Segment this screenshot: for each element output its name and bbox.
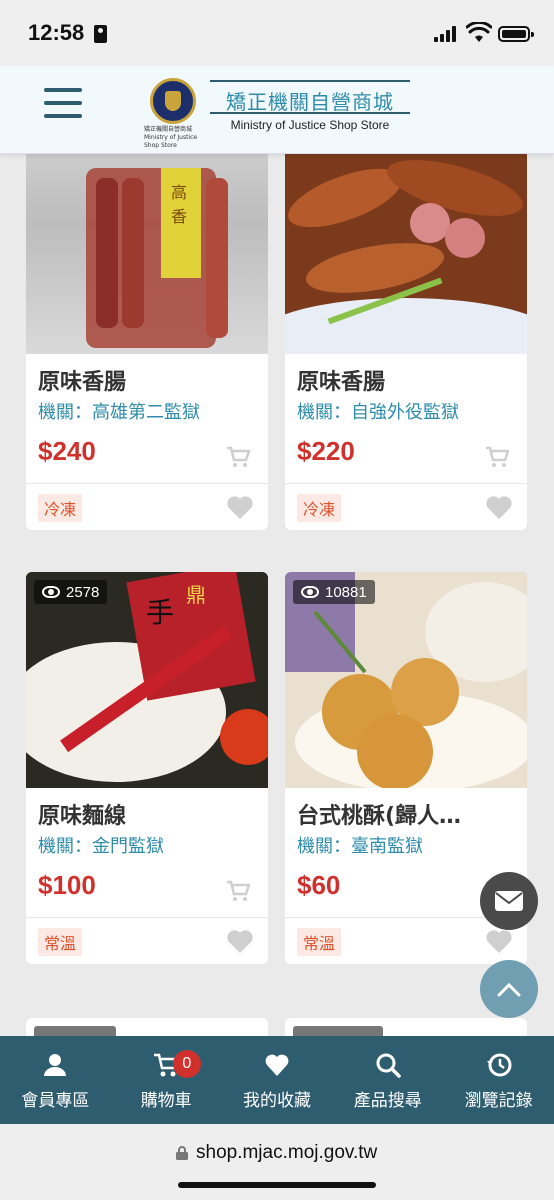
tag-row: 常溫: [26, 918, 268, 964]
svg-text:手: 手: [146, 596, 174, 629]
nav-favorites[interactable]: 我的收藏: [222, 1036, 333, 1124]
product-card[interactable]: [285, 1018, 527, 1036]
site-subtitle: Ministry of Justice Shop Store: [210, 112, 410, 132]
price-row: $240: [26, 424, 268, 484]
svg-text:鼎: 鼎: [186, 583, 206, 607]
tag-row: 冷凍: [26, 484, 268, 530]
product-title[interactable]: 原味麵線: [26, 788, 268, 830]
nav-member[interactable]: 會員專區: [0, 1036, 111, 1124]
site-title[interactable]: 矯正機關自營商城: [210, 80, 410, 115]
storage-tag: 冷凍: [297, 494, 342, 522]
status-time: 12:58: [28, 20, 85, 45]
favorite-heart-icon[interactable]: [485, 928, 513, 954]
chevron-up-icon: [497, 982, 521, 997]
nav-label: 會員專區: [21, 1091, 90, 1111]
view-count-badge: [34, 1026, 116, 1036]
favorite-heart-icon[interactable]: [226, 494, 254, 520]
noodle-pack-illustration: 手 鼎: [26, 572, 268, 788]
svg-text:高: 高: [171, 183, 187, 202]
status-bar: 12:58: [0, 0, 554, 66]
user-icon: [44, 1054, 67, 1076]
product-title[interactable]: 原味香腸: [26, 354, 268, 396]
storage-tag: 常溫: [38, 928, 83, 956]
price-row: $100: [26, 858, 268, 918]
eye-icon: [42, 586, 60, 598]
ministry-emblem-logo: [150, 78, 196, 124]
product-title[interactable]: 台式桃酥(歸人…: [285, 788, 527, 830]
product-card[interactable]: [26, 1018, 268, 1036]
favorite-heart-icon[interactable]: [485, 494, 513, 520]
hamburger-menu-button[interactable]: [44, 86, 84, 120]
view-count: 2578: [66, 583, 100, 601]
product-price: $220: [297, 436, 355, 466]
nav-label: 購物車: [140, 1091, 192, 1111]
id-badge-icon: [94, 25, 107, 43]
heart-icon: [265, 1054, 289, 1076]
product-price: $100: [38, 870, 96, 900]
battery-icon: [498, 26, 534, 42]
bottom-nav: 會員專區 0 購物車 我的收藏 產品搜尋 瀏覽記錄: [0, 1036, 554, 1124]
history-clock-icon: [486, 1053, 512, 1077]
emblem-caption: 矯正機關自營商城 Ministry of Justice Shop Store: [144, 126, 198, 149]
contact-mail-button[interactable]: [480, 872, 538, 930]
add-to-cart-icon[interactable]: [226, 446, 250, 468]
nav-history[interactable]: 瀏覽記錄: [443, 1036, 554, 1124]
product-agency: 機關：金門監獄: [38, 836, 164, 857]
add-to-cart-icon[interactable]: [226, 880, 250, 902]
sausage-dish-illustration: [285, 154, 527, 354]
browser-address-bar: shop.mjac.moj.gov.tw: [0, 1124, 554, 1200]
product-card[interactable]: 高 香 原味香腸 機關：高雄第二監獄 $240 冷凍: [26, 154, 268, 530]
product-card[interactable]: 手 鼎 2578 原味麵線 機關：金門監獄 $100 常溫: [26, 572, 268, 964]
product-image[interactable]: 手 鼎 2578: [26, 572, 268, 788]
envelope-icon: [495, 891, 523, 911]
nav-label: 瀏覽記錄: [464, 1091, 533, 1111]
cellular-signal-icon: [434, 26, 460, 42]
nav-label: 產品搜尋: [353, 1091, 422, 1111]
view-count: 10881: [325, 583, 367, 601]
wifi-icon: [466, 22, 492, 42]
product-agency: 機關：高雄第二監獄: [38, 402, 200, 423]
nav-search[interactable]: 產品搜尋: [332, 1036, 443, 1124]
eye-icon: [301, 586, 319, 598]
product-image[interactable]: 高 香: [26, 154, 268, 354]
search-icon: [376, 1053, 401, 1078]
product-agency: 機關：自強外役監獄: [297, 402, 459, 423]
favorite-heart-icon[interactable]: [226, 928, 254, 954]
product-card[interactable]: 原味香腸 機關：自強外役監獄 $220 冷凍: [285, 154, 527, 530]
product-image[interactable]: 10881: [285, 572, 527, 788]
storage-tag: 常溫: [297, 928, 342, 956]
product-title[interactable]: 原味香腸: [285, 354, 527, 396]
product-price: $60: [297, 870, 341, 900]
product-grid: 高 香 原味香腸 機關：高雄第二監獄 $240 冷凍 原味香腸 機關：自強外役監…: [0, 154, 554, 1036]
product-price: $240: [38, 436, 96, 466]
cookie-plate-illustration: [285, 572, 527, 788]
price-row: $220: [285, 424, 527, 484]
nav-label: 我的收藏: [242, 1091, 311, 1111]
storage-tag: 冷凍: [38, 494, 83, 522]
add-to-cart-icon[interactable]: [485, 446, 509, 468]
view-count-badge: [293, 1026, 383, 1036]
url-field[interactable]: shop.mjac.moj.gov.tw: [196, 1142, 377, 1164]
tag-row: 常溫: [285, 918, 527, 964]
product-image[interactable]: [285, 154, 527, 354]
tag-row: 冷凍: [285, 484, 527, 530]
nav-cart[interactable]: 0 購物車: [111, 1036, 222, 1124]
view-count-badge: 2578: [34, 580, 108, 604]
scroll-to-top-button[interactable]: [480, 960, 538, 1018]
product-agency: 機關：臺南監獄: [297, 836, 423, 857]
site-header: 矯正機關自營商城 Ministry of Justice Shop Store …: [0, 66, 554, 154]
sausage-pack-illustration: 高 香: [86, 168, 228, 348]
lock-icon: [176, 1146, 188, 1160]
home-indicator: [178, 1182, 376, 1188]
view-count-badge: 10881: [293, 580, 375, 604]
cart-count-badge: 0: [172, 1050, 201, 1078]
svg-text:香: 香: [171, 207, 187, 226]
